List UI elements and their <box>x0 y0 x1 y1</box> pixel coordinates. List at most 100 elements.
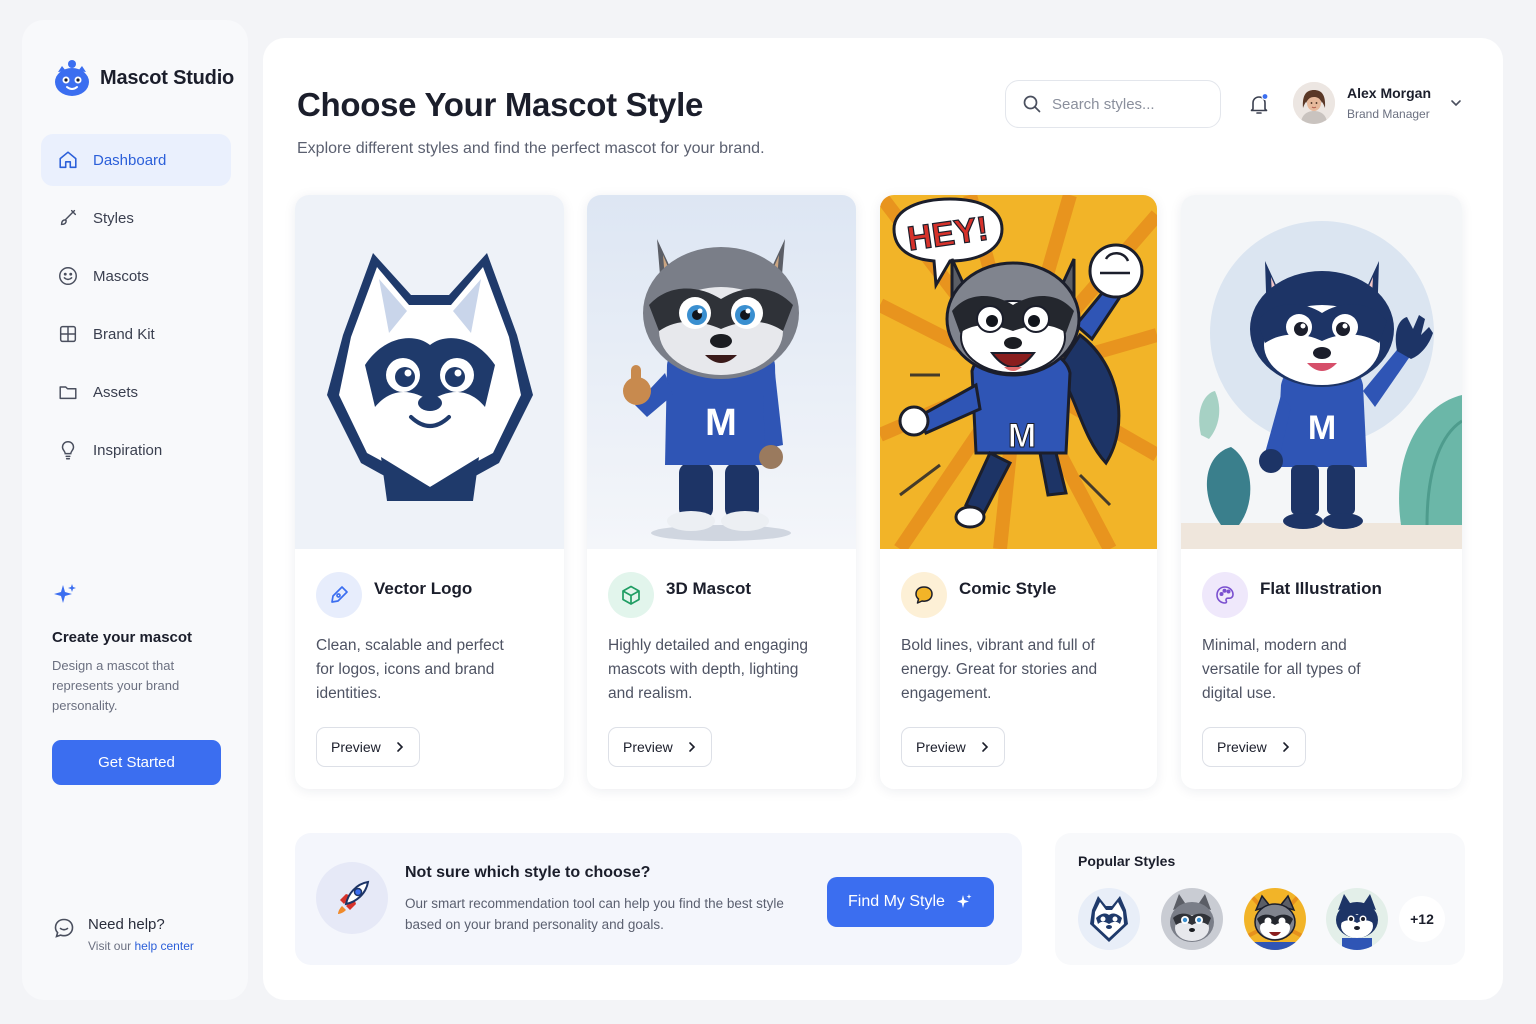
card-description: Bold lines, vibrant and full of energy. … <box>901 637 1098 702</box>
flat-illustration-mascot-image: M <box>1181 195 1462 549</box>
search-input[interactable] <box>1052 95 1202 113</box>
avatar <box>1293 82 1335 124</box>
notifications-button[interactable] <box>1247 92 1271 116</box>
recommendation-title: Not sure which style to choose? <box>405 864 651 881</box>
help-title: Need help? <box>88 916 165 933</box>
folder-icon <box>59 386 77 400</box>
card-icon-badge <box>901 572 947 618</box>
sidebar-nav: Dashboard Styles Mascots Brand Kit Asset… <box>41 134 231 482</box>
vector-logo-mascot-image <box>295 195 564 549</box>
chevron-right-icon <box>981 742 988 752</box>
sidebar-item-styles[interactable]: Styles <box>41 192 231 244</box>
find-my-style-button[interactable]: Find My Style <box>827 877 994 927</box>
pen-icon <box>331 586 348 603</box>
cta-title: Create your mascot <box>52 629 193 646</box>
card-title: Vector Logo <box>374 579 473 598</box>
brand[interactable]: Mascot Studio <box>52 58 234 98</box>
grid-icon <box>59 325 77 343</box>
card-title: Comic Style <box>959 579 1057 598</box>
rocket-badge <box>316 862 388 934</box>
sidebar-item-mascots[interactable]: Mascots <box>41 250 231 302</box>
svg-text:M: M <box>1308 409 1336 447</box>
user-role: Brand Manager <box>1347 107 1430 121</box>
sidebar: Mascot Studio Dashboard Styles Mascots B… <box>22 20 248 1000</box>
sidebar-item-dashboard[interactable]: Dashboard <box>41 134 231 186</box>
recommendation-banner: Not sure which style to choose? Our smar… <box>295 833 1022 965</box>
preview-label: Preview <box>916 739 966 755</box>
palette-icon <box>1216 586 1234 604</box>
page-subtitle: Explore different styles and find the pe… <box>297 140 765 157</box>
cta-description: Design a mascot that represents your bra… <box>52 658 180 713</box>
chevron-right-icon <box>396 742 403 752</box>
preview-button[interactable]: Preview <box>316 727 420 767</box>
popular-style-vector[interactable] <box>1078 888 1140 950</box>
card-title: 3D Mascot <box>666 579 752 598</box>
sidebar-item-brand-kit[interactable]: Brand Kit <box>41 308 231 360</box>
preview-button[interactable]: Preview <box>901 727 1005 767</box>
card-description: Highly detailed and engaging mascots wit… <box>608 637 808 702</box>
style-card-vector-logo[interactable]: Vector Logo Clean, scalable and perfect … <box>295 195 564 789</box>
3d-mascot-image: M <box>587 195 856 549</box>
page-title: Choose Your Mascot Style <box>297 86 704 123</box>
preview-button[interactable]: Preview <box>1202 727 1306 767</box>
preview-button[interactable]: Preview <box>608 727 712 767</box>
create-mascot-panel: Create your mascot Design a mascot that … <box>52 582 227 785</box>
popular-styles-more[interactable]: +12 <box>1399 896 1445 942</box>
style-card-comic[interactable]: HEY! M Comic Style Bold lines, vibrant a… <box>880 195 1157 789</box>
chevron-right-icon <box>1282 742 1289 752</box>
mascot-logo-icon <box>55 60 89 96</box>
recommendation-description: Our smart recommendation tool can help y… <box>405 896 784 932</box>
svg-text:M: M <box>705 402 737 444</box>
help-prefix: Visit our <box>88 939 132 953</box>
sparkle-icon <box>956 894 972 908</box>
search-box[interactable] <box>1005 80 1221 128</box>
preview-label: Preview <box>623 739 673 755</box>
comic-mascot-image: HEY! M <box>880 195 1157 549</box>
help-section: Need help? Visit our help center <box>52 916 194 953</box>
popular-style-3d[interactable] <box>1161 888 1223 950</box>
help-subtext: Visit our help center <box>88 939 194 953</box>
sidebar-item-assets[interactable]: Assets <box>41 366 231 418</box>
app-name: Mascot Studio <box>100 66 235 89</box>
brush-icon <box>60 209 77 226</box>
sidebar-item-label: Inspiration <box>93 441 163 459</box>
popular-style-comic[interactable] <box>1244 888 1306 950</box>
search-icon <box>1023 95 1041 113</box>
sidebar-item-label: Assets <box>93 383 139 401</box>
sparkle-icon <box>54 584 76 603</box>
chevron-right-icon <box>688 742 695 752</box>
user-menu[interactable]: Alex Morgan Brand Manager <box>1293 82 1463 124</box>
find-my-style-label: Find My Style <box>848 893 945 910</box>
chevron-down-icon <box>1451 100 1461 107</box>
sidebar-item-label: Mascots <box>93 267 149 285</box>
user-name: Alex Morgan <box>1347 85 1432 101</box>
card-icon-badge <box>608 572 654 618</box>
card-description: Minimal, modern and versatile for all ty… <box>1202 637 1361 702</box>
help-center-link[interactable]: help center <box>134 939 193 953</box>
sidebar-item-label: Brand Kit <box>93 325 155 343</box>
popular-styles-title: Popular Styles <box>1078 853 1176 869</box>
sidebar-item-label: Dashboard <box>93 151 167 169</box>
rocket-icon <box>338 880 370 914</box>
card-description: Clean, scalable and perfect for logos, i… <box>316 637 504 702</box>
sidebar-item-inspiration[interactable]: Inspiration <box>41 424 231 476</box>
get-started-button[interactable]: Get Started <box>52 740 221 785</box>
home-icon <box>59 151 77 169</box>
preview-label: Preview <box>331 739 381 755</box>
speech-bubble-icon <box>915 586 933 604</box>
card-icon-badge <box>316 572 362 618</box>
main-panel: Choose Your Mascot Style Explore differe… <box>263 38 1503 1000</box>
svg-text:M: M <box>1008 417 1036 455</box>
sidebar-item-label: Styles <box>93 209 134 227</box>
card-icon-badge <box>1202 572 1248 618</box>
style-card-3d-mascot[interactable]: M 3D Mascot Highly detailed and engaging… <box>587 195 856 789</box>
lightbulb-icon <box>61 441 75 460</box>
popular-style-flat[interactable] <box>1326 888 1388 950</box>
cube-icon <box>622 585 640 605</box>
preview-label: Preview <box>1217 739 1267 755</box>
style-card-flat-illustration[interactable]: M Flat Illustration Minimal, modern and … <box>1181 195 1462 789</box>
chat-icon <box>54 918 74 938</box>
card-title: Flat Illustration <box>1260 579 1382 598</box>
bell-icon <box>1250 92 1269 114</box>
smiley-icon <box>59 267 77 285</box>
